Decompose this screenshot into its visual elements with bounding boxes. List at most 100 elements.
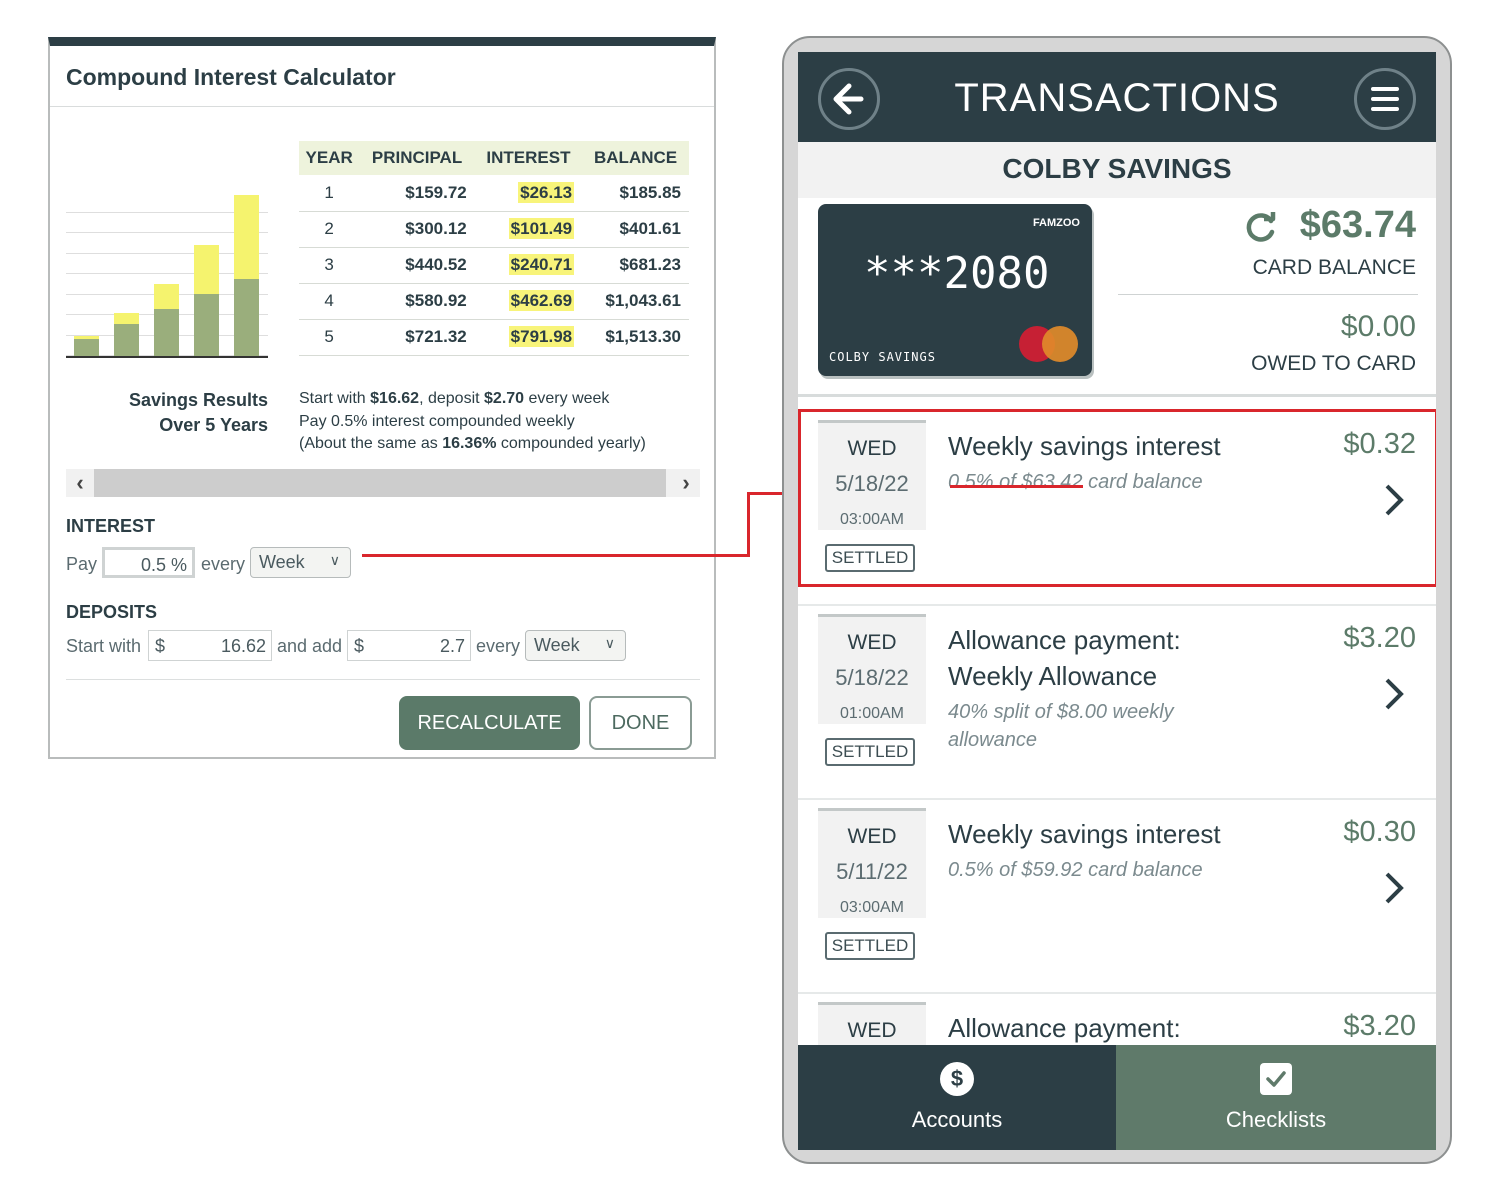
table-row: 4 $580.92 $462.69 $1,043.61 (299, 283, 689, 320)
col-principal: PRINCIPAL (359, 141, 475, 175)
tab-checklists[interactable]: Checklists (1116, 1045, 1436, 1150)
table-row: 3 $440.52 $240.71 $681.23 (299, 247, 689, 284)
currency-symbol: $ (354, 636, 365, 656)
cell-balance: $1,513.30 (582, 319, 689, 356)
chevron-down-icon: ∨ (604, 635, 615, 651)
cell-year: 1 (299, 175, 360, 212)
col-year: YEAR (299, 141, 360, 175)
deposits-heading: DEPOSITS (66, 602, 158, 622)
txn-amount: $0.30 (1343, 816, 1416, 848)
title-divider (50, 106, 714, 107)
scrollbar-thumb[interactable] (94, 469, 666, 497)
scroll-left-icon[interactable]: ‹ (66, 469, 94, 497)
menu-button[interactable] (1354, 68, 1416, 130)
transaction-row[interactable]: WED 5/11/22 03:00AM SETTLED Weekly savin… (798, 800, 1436, 994)
results-label-line2: Over 5 Years (159, 415, 268, 435)
cell-balance: $401.61 (582, 211, 689, 248)
cell-interest: $26.13 (518, 181, 575, 203)
cell-principal: $300.12 (359, 211, 475, 248)
card-number: ***2080 (864, 248, 1050, 299)
scroll-right-icon[interactable]: › (672, 469, 700, 497)
cell-principal: $159.72 (359, 175, 475, 212)
dollar-circle-icon: $ (940, 1062, 974, 1096)
page-title: TRANSACTIONS (954, 76, 1280, 120)
table-row: 5 $721.32 $791.98 $1,513.30 (299, 319, 689, 356)
start-amount-value: 16.62 (220, 636, 266, 656)
deposit-amount-input[interactable]: $ 2.7 (347, 630, 471, 661)
chart-bar-principal (74, 339, 99, 356)
txn-weekday: WED (847, 825, 897, 848)
svg-text:$: $ (951, 1066, 963, 1091)
results-table: YEAR PRINCIPAL INTEREST BALANCE 1 $159.7… (299, 141, 689, 356)
bottom-tab-bar: $ Accounts Checklists (798, 1045, 1436, 1150)
highlight-box (798, 409, 1436, 587)
recalculate-button[interactable]: RECALCULATE (399, 696, 580, 750)
phone-screen: TRANSACTIONS COLBY SAVINGS FAMZOO ***208… (798, 52, 1436, 1150)
done-button[interactable]: DONE (589, 696, 692, 750)
cell-interest: $462.69 (508, 290, 575, 311)
cell-year: 5 (299, 319, 360, 356)
chart-bar-interest (194, 245, 219, 295)
text: compounded yearly) (496, 435, 646, 452)
highlight-underline (950, 485, 1083, 488)
interest-rate-input[interactable]: 0.5 % (102, 547, 195, 578)
chevron-right-icon[interactable] (1382, 870, 1406, 906)
connector-line (747, 493, 750, 557)
txn-subtitle: 0.5% of $59.92 card balance (948, 859, 1203, 881)
connector-line (362, 554, 750, 557)
cell-principal: $440.52 (359, 247, 475, 284)
deposit-amount: $2.70 (484, 390, 525, 407)
chart-bar-interest (154, 283, 179, 310)
cell-year: 2 (299, 211, 360, 248)
currency-symbol: $ (155, 636, 166, 656)
txn-amount: $3.20 (1343, 1010, 1416, 1042)
phone-frame: TRANSACTIONS COLBY SAVINGS FAMZOO ***208… (782, 36, 1452, 1164)
deposit-period-select[interactable]: Week ∨ (525, 630, 626, 661)
cell-balance: $1,043.61 (582, 283, 689, 320)
date-box: WED 5/11/22 03:00AM (818, 808, 926, 918)
refresh-icon[interactable] (1244, 210, 1278, 244)
date-box: WED 5/18/22 01:00AM (818, 614, 926, 724)
txn-amount: $3.20 (1343, 622, 1416, 654)
card-brand: FAMZOO (1032, 217, 1080, 229)
table-row: 1 $159.72 $26.13 $185.85 (299, 175, 689, 212)
txn-time: 03:00AM (839, 899, 905, 916)
account-name: COLBY SAVINGS (1002, 153, 1232, 184)
horizontal-scrollbar[interactable]: ‹ › (66, 469, 700, 497)
chevron-right-icon[interactable] (1382, 676, 1406, 712)
section-divider (798, 394, 1436, 397)
results-line1: Start with $16.62, deposit $2.70 every w… (299, 388, 646, 411)
cell-year: 4 (299, 283, 360, 320)
cell-principal: $580.92 (359, 283, 475, 320)
chart-bar-interest (114, 313, 139, 325)
card-balance-amount: $63.74 (1299, 204, 1416, 246)
cell-balance: $681.23 (582, 247, 689, 284)
table-header-row: YEAR PRINCIPAL INTEREST BALANCE (299, 141, 689, 175)
results-line3: (About the same as 16.36% compounded yea… (299, 433, 646, 456)
owed-amount: $0.00 (1340, 310, 1416, 343)
form-divider (66, 679, 700, 680)
start-amount-input[interactable]: $ 16.62 (148, 630, 272, 661)
text: Start with (299, 390, 371, 407)
cell-interest: $240.71 (508, 254, 575, 275)
txn-title: Allowance payment: Weekly Allowance (948, 625, 1181, 691)
yearly-rate: 16.36% (442, 435, 497, 452)
deposit-amount-value: 2.7 (439, 636, 465, 656)
tab-accounts[interactable]: $ Accounts (798, 1045, 1116, 1150)
txn-date: 5/18/22 (835, 665, 909, 690)
pay-label: Pay (66, 554, 98, 574)
txn-weekday: WED (847, 631, 897, 654)
chart-bar-interest (234, 195, 259, 280)
card-holder: COLBY SAVINGS (829, 350, 936, 364)
col-interest: INTEREST (474, 141, 583, 175)
debit-card[interactable]: FAMZOO ***2080 COLBY SAVINGS (818, 204, 1092, 376)
tab-accounts-label: Accounts (911, 1107, 1003, 1132)
interest-period-select[interactable]: Week ∨ (250, 547, 351, 578)
every-label: every (201, 554, 246, 574)
transaction-row[interactable]: WED 5/18/22 01:00AM SETTLED Allowance pa… (798, 606, 1436, 800)
chart-bar-principal (234, 279, 259, 356)
results-line2: Pay 0.5% interest compounded weekly (299, 412, 575, 430)
hamburger-menu-icon (1371, 87, 1399, 111)
interest-heading: INTEREST (66, 516, 156, 536)
results-label-line1: Savings Results (128, 390, 268, 410)
